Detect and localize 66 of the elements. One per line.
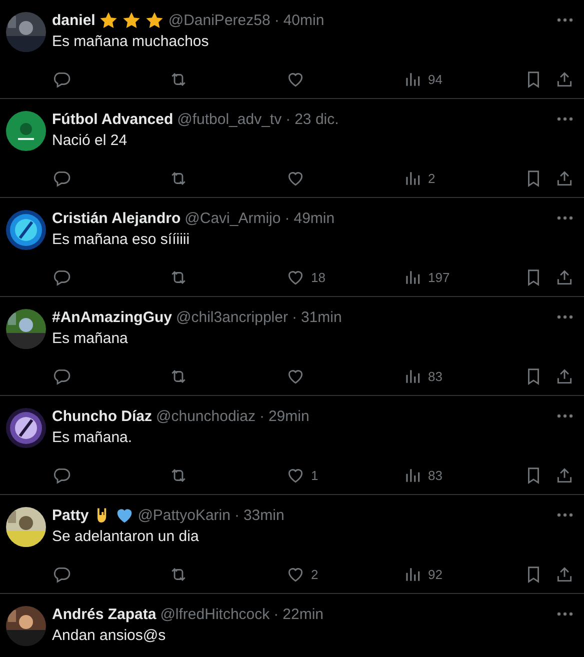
more-icon[interactable] [556, 216, 574, 220]
more-icon[interactable] [556, 612, 574, 616]
timestamp[interactable]: 40min [283, 12, 324, 28]
reply-icon[interactable] [52, 564, 71, 584]
user-handle[interactable]: @DaniPerez58 [168, 12, 270, 28]
user-name[interactable]: daniel [52, 12, 96, 28]
reply-icon[interactable] [52, 70, 71, 88]
separator-dot: · [234, 506, 240, 524]
separator-dot: · [292, 308, 297, 326]
view-count: 197 [428, 270, 450, 284]
like-count: 1 [311, 468, 318, 482]
share-icon[interactable] [555, 564, 574, 584]
separator-dot: · [274, 12, 280, 28]
user-name[interactable]: #AnAmazingGuy [52, 308, 172, 326]
separator-dot: · [259, 408, 264, 424]
star-icon [99, 10, 118, 30]
user-handle[interactable]: @chil3ancrippler [176, 308, 288, 326]
more-icon[interactable] [556, 18, 574, 22]
view-count: 92 [428, 566, 442, 582]
user-name[interactable]: Patty [52, 506, 89, 524]
timestamp[interactable]: 33min [243, 506, 284, 524]
tweet-text: Andan ansios@s [52, 627, 167, 644]
timestamp[interactable]: 22min [282, 606, 324, 622]
timestamp[interactable]: 49min [294, 210, 335, 226]
share-icon[interactable] [555, 70, 574, 88]
tweet-text: Se adelantaron un dia [52, 528, 200, 545]
like-count: 2 [311, 566, 318, 582]
user-handle[interactable]: @Cavi_Armijo [184, 210, 281, 226]
view-count: 83 [428, 368, 442, 384]
share-icon[interactable] [555, 268, 574, 286]
timestamp[interactable]: 29min [268, 408, 310, 424]
user-handle[interactable]: @futbol_adv_tv [177, 110, 282, 128]
more-icon[interactable] [556, 117, 574, 121]
user-handle[interactable]: @chunchodiaz [156, 408, 256, 424]
view-count: 94 [428, 72, 442, 86]
share-icon[interactable] [555, 168, 574, 188]
user-handle[interactable]: @lfredHitchcock [160, 606, 270, 622]
timestamp[interactable]: 31min [300, 308, 342, 326]
user-name[interactable]: Chuncho Díaz [52, 408, 152, 424]
tweet-text: Es mañana muchachos [52, 33, 210, 50]
separator-dot: · [286, 110, 291, 128]
star-icon [122, 10, 142, 30]
more-icon[interactable] [556, 315, 574, 319]
share-icon[interactable] [555, 466, 574, 484]
user-handle[interactable]: @PattyoKarin [138, 506, 230, 524]
user-name[interactable]: Andrés Zapata [52, 606, 156, 622]
view-count: 2 [428, 170, 436, 186]
star-icon [145, 10, 164, 30]
more-icon[interactable] [556, 414, 574, 418]
tweet-text: Es mañana eso sííiiii [52, 231, 191, 248]
reply-icon[interactable] [52, 466, 71, 484]
tweet-text: Es mañana. [52, 429, 134, 446]
separator-dot: · [274, 606, 279, 622]
user-name[interactable]: Cristián Alejandro [52, 210, 181, 226]
reply-icon[interactable] [52, 168, 71, 188]
reply-icon[interactable] [52, 268, 71, 286]
user-name[interactable]: Fútbol Advanced [52, 110, 174, 128]
timestamp[interactable]: 23 dic. [294, 110, 339, 128]
reply-icon[interactable] [52, 366, 71, 386]
tweet-text: Nació el 24 [52, 132, 128, 149]
tweet-text: Es mañana [52, 330, 129, 347]
share-icon[interactable] [555, 366, 574, 386]
more-icon[interactable] [556, 513, 574, 517]
like-count: 18 [311, 270, 326, 284]
separator-dot: · [284, 210, 290, 226]
view-count: 83 [428, 468, 442, 482]
